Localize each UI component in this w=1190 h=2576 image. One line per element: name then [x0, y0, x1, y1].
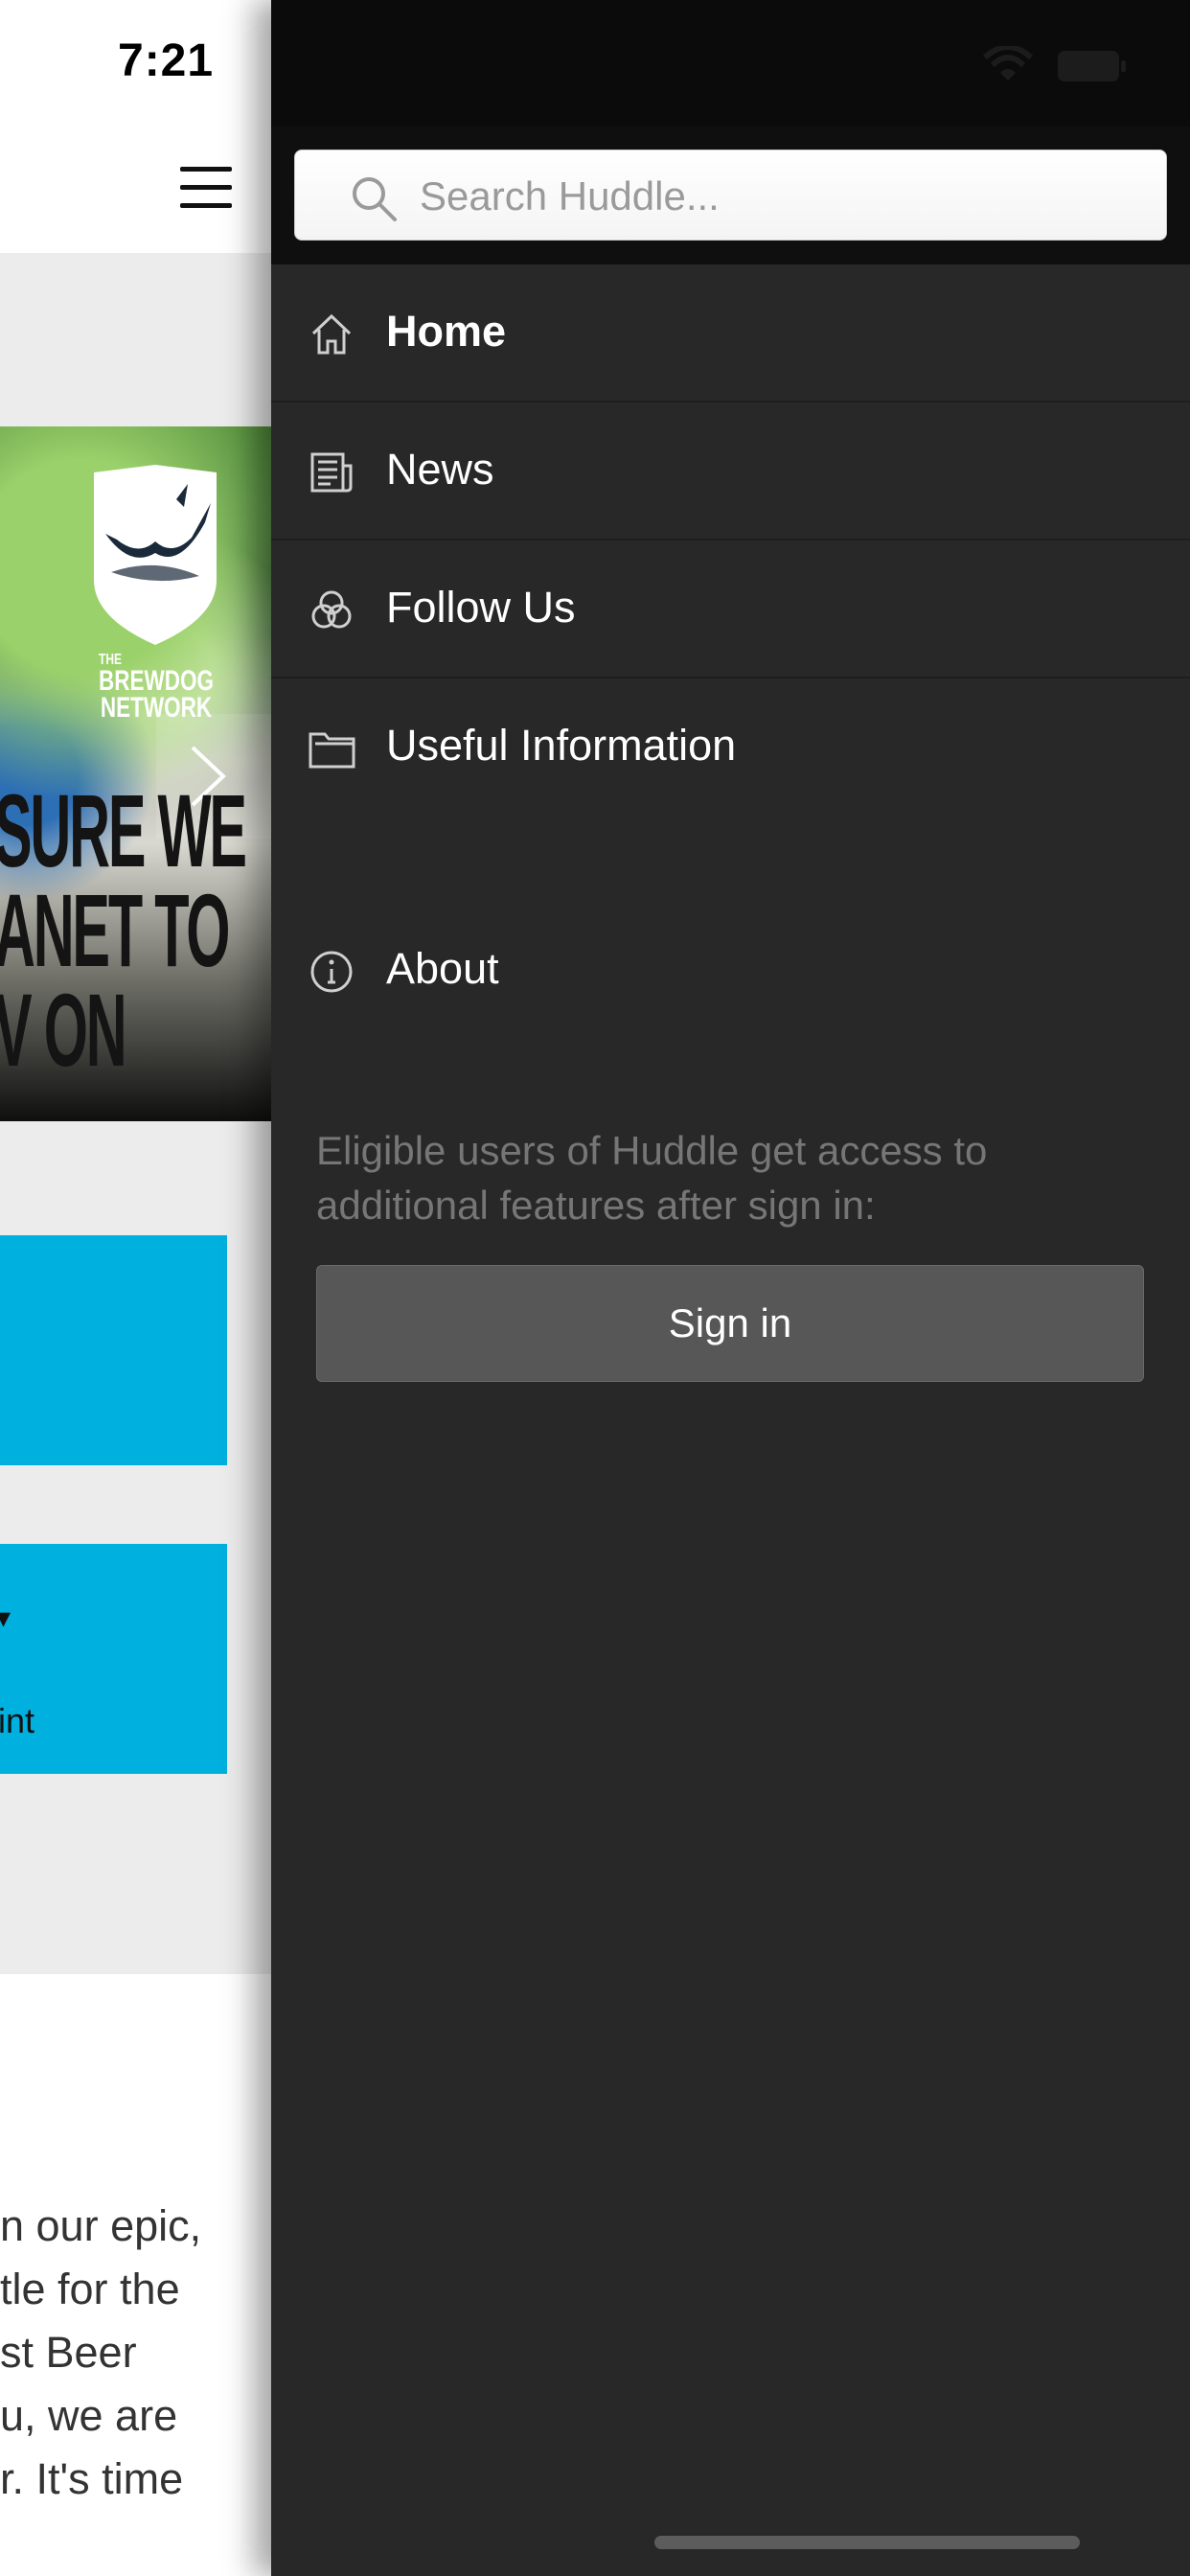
menu-item-label: News: [386, 445, 494, 494]
menu-item-label: Useful Information: [386, 721, 737, 770]
menu-item-useful-information[interactable]: Useful Information: [271, 678, 1190, 816]
hamburger-line: [180, 167, 232, 172]
logo-text-line: BREWDOG: [99, 665, 214, 697]
menu-item-label: Follow Us: [386, 583, 576, 632]
signin-note: Eligible users of Huddle get access to a…: [316, 1128, 988, 1228]
brewdog-logo-icon: [94, 465, 217, 645]
menu-item-news[interactable]: News: [271, 402, 1190, 540]
tile-caption: int: [0, 1701, 35, 1740]
banner-headline: SURE WE ANET TO V ON: [0, 772, 247, 1088]
home-indicator[interactable]: [654, 2536, 1080, 2549]
battery-icon: [1058, 51, 1126, 81]
background-app-page: 7:21 THE BREWDOG NETWORK SURE WE ANET TO…: [0, 0, 271, 2576]
folder-icon: [309, 732, 355, 769]
hamburger-line: [180, 185, 232, 190]
info-icon: [310, 951, 353, 993]
newspaper-icon: [310, 452, 353, 493]
menu-item-label: About: [386, 944, 499, 993]
search-icon: [353, 177, 397, 221]
menu-item-follow-us[interactable]: Follow Us: [271, 540, 1190, 678]
tile-icon: ▾: [0, 1602, 11, 1634]
feature-tile[interactable]: ▾ int: [0, 1544, 227, 1774]
sign-in-button[interactable]: Sign in: [316, 1265, 1144, 1382]
status-time: 7:21: [118, 35, 215, 86]
wifi-icon: [982, 46, 1034, 80]
home-icon: [311, 313, 352, 355]
search-input[interactable]: [420, 150, 1148, 242]
brewdog-logo-text: THE BREWDOG NETWORK: [99, 653, 214, 723]
featured-banner[interactable]: THE BREWDOG NETWORK SURE WE ANET TO V ON: [0, 426, 271, 1121]
side-drawer: Home News Follow Us Useful Information: [271, 0, 1190, 2576]
circles-icon: [311, 590, 352, 629]
article-text: n our epic, tle for the st Beer u, we ar…: [0, 2201, 202, 2503]
feature-tile[interactable]: [0, 1235, 227, 1465]
search-field[interactable]: [294, 150, 1167, 242]
menu-item-label: Home: [386, 307, 507, 356]
menu-toggle-button[interactable]: [176, 161, 238, 215]
drawer-status-bar: [271, 0, 1190, 126]
menu-item-about[interactable]: About: [271, 902, 1190, 1040]
menu-item-home[interactable]: Home: [271, 264, 1190, 402]
status-bar: 7:21: [0, 0, 271, 126]
hamburger-line: [180, 203, 232, 208]
